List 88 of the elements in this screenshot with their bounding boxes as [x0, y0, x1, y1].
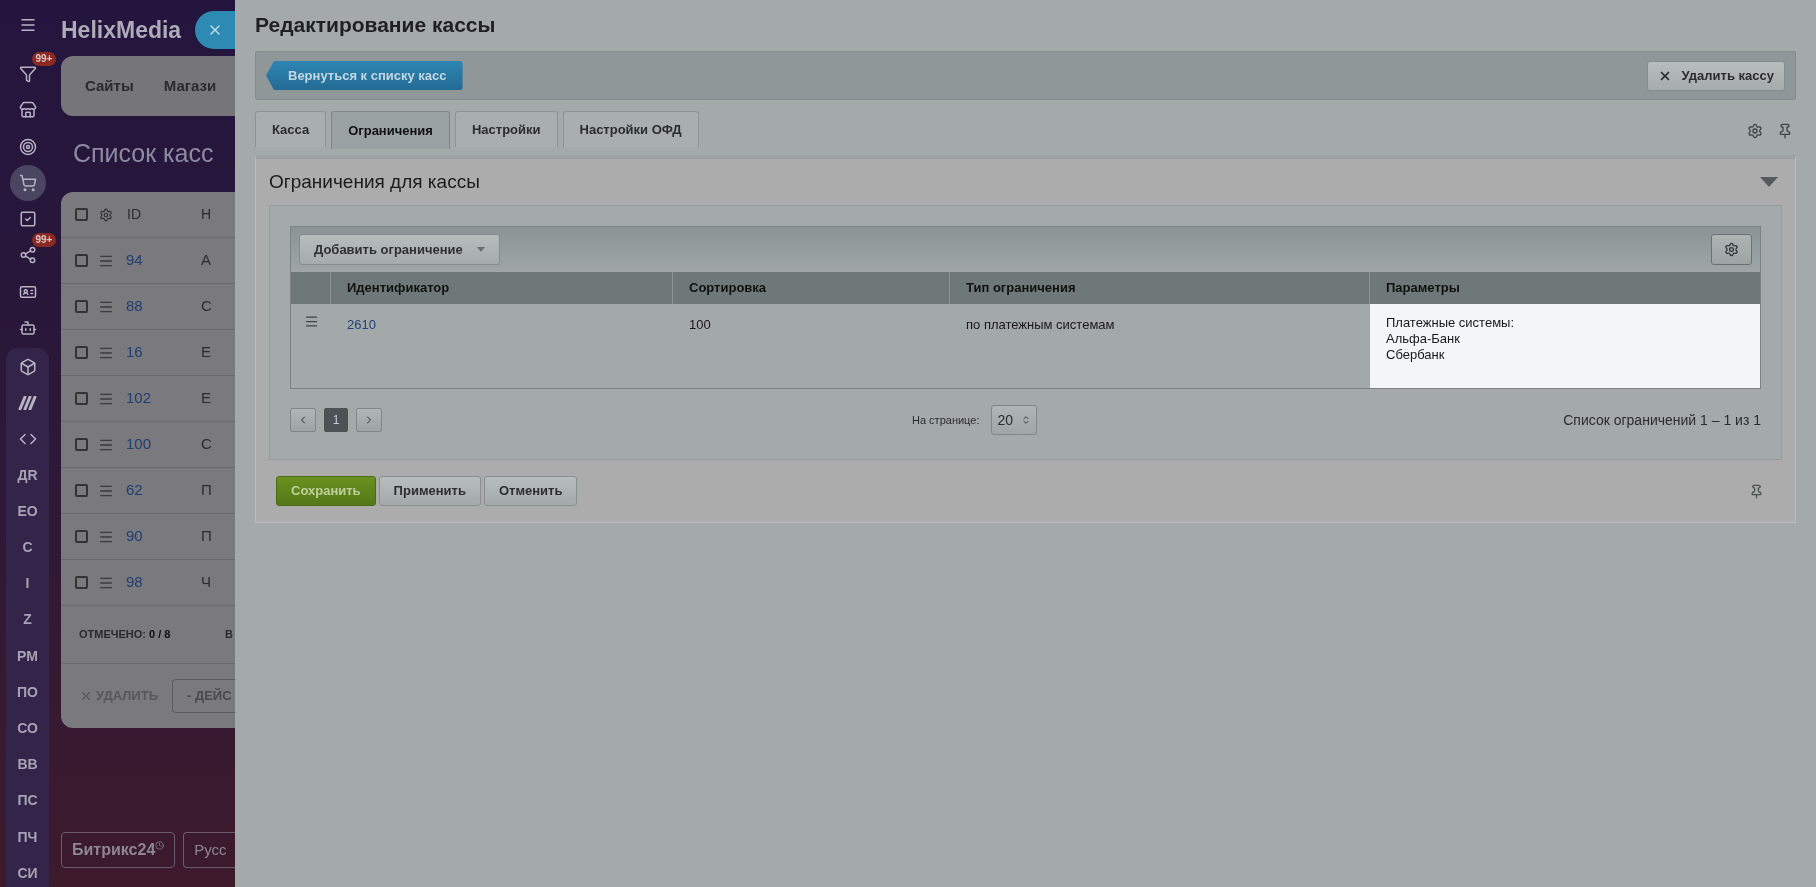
previous-page-button[interactable] — [290, 408, 316, 432]
checkbox[interactable] — [75, 484, 88, 497]
checkbox[interactable] — [75, 346, 88, 359]
marked-count: ОТМЕЧЕНО: 0 / 8 — [79, 627, 172, 643]
nodes-icon — [18, 246, 37, 265]
column-header: ID — [127, 205, 142, 224]
parameter-text: Платежные системы: — [1386, 315, 1516, 331]
sidebar-item[interactable]: С — [6, 529, 49, 566]
caret-icon — [476, 247, 485, 252]
table-cell-text: П — [201, 526, 212, 547]
slashes-icon — [17, 396, 38, 411]
table-cell: по платежным системам — [966, 317, 1115, 332]
table-cell-text: Е — [201, 388, 211, 409]
sidebar-item[interactable]: ДR — [6, 457, 49, 494]
delete-cash-register-button[interactable]: Удалить кассу — [1646, 60, 1785, 91]
sidebar-item[interactable]: ПС — [6, 782, 49, 819]
sidebar-item[interactable]: ВВ — [6, 746, 49, 783]
form-button[interactable]: Применить — [378, 476, 481, 506]
cart-icon — [18, 173, 37, 192]
column-header: Параметры — [1385, 279, 1461, 298]
menu-icon — [18, 16, 37, 34]
form-button[interactable]: Отменить — [483, 476, 578, 506]
column-header: Н — [201, 205, 212, 224]
add-restriction-button[interactable]: Добавить ограничение — [299, 234, 500, 265]
checkbox[interactable] — [75, 530, 88, 543]
count-badge: 99+ — [31, 233, 57, 248]
restriction-id-link[interactable]: 2610 — [347, 317, 376, 332]
checkbox[interactable] — [75, 208, 88, 221]
count-badge: 99+ — [31, 52, 57, 66]
footer-label: В — [225, 627, 233, 643]
tab[interactable]: Настройки — [454, 111, 558, 147]
pin-icon[interactable] — [1777, 123, 1793, 139]
checkbox[interactable] — [75, 576, 88, 589]
collapse-triangle-icon[interactable] — [1760, 177, 1778, 187]
tab[interactable]: Ограничения — [331, 111, 450, 149]
bitrix24-button[interactable]: Битрикс24 — [61, 832, 176, 868]
cube-icon — [18, 358, 37, 377]
settings-icon[interactable] — [1747, 123, 1763, 139]
parameter-text: Сбербанк — [1386, 347, 1446, 363]
robot-icon — [18, 319, 37, 338]
settings-icon — [1724, 242, 1739, 257]
sidebar-item[interactable]: ЕО — [6, 493, 49, 530]
parameter-text: Альфа-Банк — [1386, 331, 1461, 347]
page-button[interactable]: 1 — [324, 408, 348, 432]
drag-handle-icon[interactable] — [303, 314, 319, 329]
updown-icon — [1021, 415, 1032, 425]
close-icon — [79, 689, 93, 703]
panel-title: Редактирование кассы — [255, 12, 497, 38]
per-page-select[interactable]: 20 — [991, 405, 1038, 435]
clock-icon — [155, 841, 165, 850]
close-button[interactable] — [195, 11, 235, 49]
settings-icon[interactable] — [99, 207, 113, 222]
pin-icon[interactable] — [1749, 483, 1764, 499]
table-cell-text: А — [201, 250, 211, 271]
back-button[interactable]: Вернуться к списку касс — [266, 61, 463, 90]
target-icon — [18, 137, 37, 156]
sidebar-item[interactable]: СО — [6, 710, 49, 747]
sidebar-item[interactable]: I — [6, 565, 49, 602]
sidebar-item[interactable]: ПЧ — [6, 818, 49, 856]
funnel-icon — [18, 65, 37, 83]
table-cell-text: С — [201, 434, 212, 455]
per-page-label: На странице: — [912, 412, 980, 428]
pager-summary: Список ограничений 1 – 1 из 1 — [1562, 410, 1761, 430]
checkbox[interactable] — [75, 300, 88, 313]
checkbox[interactable] — [75, 254, 88, 267]
store-icon — [18, 101, 37, 120]
table-cell-text: Ч — [201, 572, 211, 593]
page-title: Список касс — [72, 138, 215, 170]
checkbox[interactable] — [75, 438, 88, 451]
sidebar-item[interactable]: Z — [6, 601, 49, 638]
sidebar-item[interactable]: ПО — [6, 674, 49, 711]
table-cell-text: Е — [201, 342, 211, 363]
table-cell-text: П — [201, 480, 212, 501]
tab[interactable]: Настройки ОФД — [562, 111, 699, 147]
checkbox-icon — [18, 210, 37, 229]
grid-settings-button[interactable] — [1711, 234, 1752, 265]
table-cell: 100 — [689, 317, 711, 332]
section-title: Ограничения для кассы — [269, 169, 480, 194]
checkbox[interactable] — [75, 392, 88, 405]
app-name: HelixMedia — [61, 15, 182, 45]
top-tab[interactable]: Сайты — [85, 74, 134, 98]
sidebar-item[interactable]: РМ — [6, 638, 49, 675]
sidebar-item[interactable] — [9, 164, 46, 201]
table-cell-text: С — [201, 296, 212, 317]
top-tab[interactable]: Магази — [163, 74, 217, 98]
next-page-button[interactable] — [356, 408, 382, 432]
tab[interactable]: Касса — [255, 111, 327, 147]
sidebar-item[interactable]: СИ — [6, 855, 49, 887]
